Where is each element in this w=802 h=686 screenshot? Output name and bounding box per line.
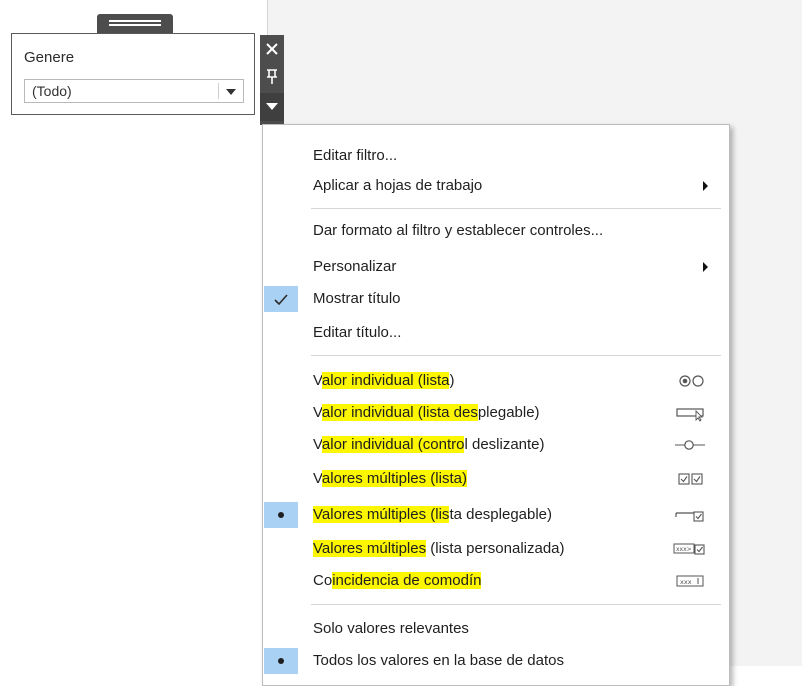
menu-item-edit-filter[interactable]: Editar filtro... — [263, 141, 729, 171]
menu-label: Valores múltiples (lista) — [313, 470, 467, 487]
checkbox-list-icon — [678, 473, 703, 485]
wildcard-input-icon: xxx — [676, 575, 704, 587]
menu-item-customize[interactable]: Personalizar — [263, 252, 729, 282]
menu-item-multiple-values-custom-list[interactable]: Valores múltiples (lista personalizada) … — [263, 534, 729, 564]
svg-text:xxx>: xxx> — [676, 546, 692, 553]
chevron-down-icon — [226, 89, 236, 95]
menu-item-single-value-slider[interactable]: Valor individual (control deslizante) — [263, 430, 729, 460]
submenu-arrow-icon — [703, 181, 708, 191]
close-icon[interactable] — [260, 35, 284, 63]
menu-label: Personalizar — [313, 258, 397, 275]
menu-label: Dar formato al filtro y establecer contr… — [313, 222, 604, 239]
menu-label: Valores múltiples (lista desplegable) — [313, 506, 553, 523]
menu-item-multiple-values-list[interactable]: Valores múltiples (lista) — [263, 464, 729, 494]
selected-dot-icon — [264, 502, 298, 528]
menu-label: Valor individual (control deslizante) — [313, 436, 545, 453]
menu-item-wildcard-match[interactable]: Coincidencia de comodín xxx — [263, 566, 729, 596]
menu-label: Solo valores relevantes — [313, 620, 469, 637]
menu-label: Mostrar título — [313, 290, 401, 307]
menu-item-relevant-values[interactable]: Solo valores relevantes — [263, 614, 729, 644]
menu-item-single-value-dropdown[interactable]: Valor individual (lista desplegable) — [263, 398, 729, 428]
menu-item-edit-title[interactable]: Editar título... — [263, 318, 729, 348]
slider-icon — [675, 440, 705, 450]
selected-dot-icon — [264, 648, 298, 674]
context-menu: Editar filtro... Aplicar a hojas de trab… — [262, 124, 730, 686]
menu-separator — [311, 208, 721, 209]
pin-icon[interactable] — [260, 63, 284, 91]
submenu-arrow-icon — [703, 262, 708, 272]
menu-label: Aplicar a hojas de trabajo — [313, 177, 483, 194]
dropdown-separator — [218, 83, 219, 99]
checkmark-icon — [264, 286, 298, 312]
menu-separator — [311, 355, 721, 356]
menu-item-show-title[interactable]: Mostrar título — [263, 284, 729, 314]
menu-item-apply-to-worksheets[interactable]: Aplicar a hojas de trabajo — [263, 171, 729, 201]
custom-list-icon: xxx> — [673, 543, 705, 555]
filter-selected-value: (Todo) — [32, 83, 72, 99]
radio-list-icon — [679, 375, 704, 387]
menu-item-single-value-list[interactable]: Valor individual (lista) — [263, 366, 729, 396]
menu-dropdown-icon[interactable] — [260, 93, 284, 121]
filter-card: Genere (Todo) — [11, 33, 255, 115]
menu-label: Coincidencia de comodín — [313, 572, 482, 589]
filter-dropdown[interactable]: (Todo) — [24, 79, 244, 103]
drag-handle[interactable] — [97, 14, 173, 34]
dropdown-cursor-icon — [676, 408, 704, 422]
menu-label: Editar título... — [313, 324, 402, 341]
menu-item-multiple-values-dropdown[interactable]: Valores múltiples (lista desplegable) — [263, 500, 729, 530]
menu-label: Valor individual (lista desplegable) — [313, 404, 540, 421]
menu-item-all-values-database[interactable]: Todos los valores en la base de datos — [263, 646, 729, 676]
menu-item-format-filter[interactable]: Dar formato al filtro y establecer contr… — [263, 216, 729, 246]
menu-label: Valores múltiples (lista personalizada) — [313, 540, 565, 557]
menu-label: Editar filtro... — [313, 147, 398, 164]
dropdown-checkbox-icon — [675, 511, 704, 522]
filter-title: Genere — [24, 49, 75, 66]
menu-separator — [311, 604, 721, 605]
svg-text:xxx: xxx — [680, 578, 692, 586]
menu-label: Valor individual (lista) — [313, 372, 455, 389]
filter-toolbar — [260, 35, 284, 125]
menu-label: Todos los valores en la base de datos — [313, 652, 564, 669]
